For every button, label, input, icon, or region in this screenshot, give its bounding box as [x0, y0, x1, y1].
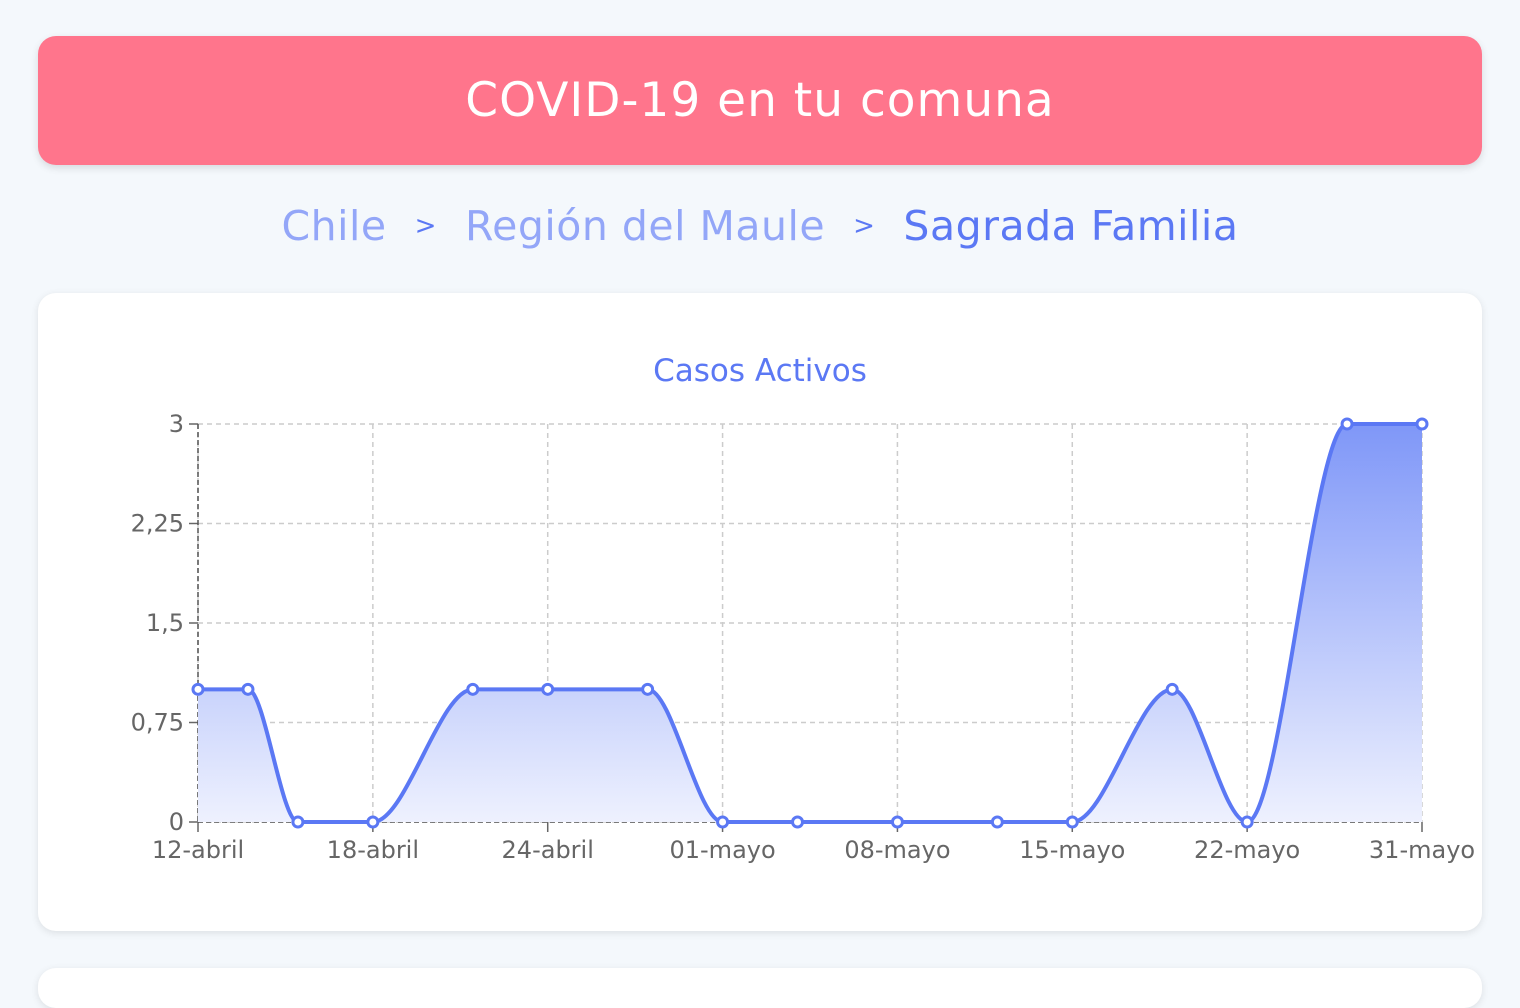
y-tick-label: 0,75: [131, 709, 184, 737]
data-point[interactable]: [291, 815, 305, 829]
data-point[interactable]: [1165, 682, 1179, 696]
page-header: COVID-19 en tu comuna: [38, 36, 1482, 165]
data-point[interactable]: [716, 815, 730, 829]
breadcrumb-separator: >: [414, 211, 437, 241]
data-point[interactable]: [990, 815, 1004, 829]
data-point[interactable]: [890, 815, 904, 829]
chart-card: Casos Activos 0 0,75 1,5 2,25 3 12-abril 18-ab…: [38, 293, 1482, 931]
y-tick-label: 0: [169, 808, 184, 836]
active-cases-chart: Casos Activos 0 0,75 1,5 2,25 3 12-abril 18-ab…: [131, 353, 1476, 864]
y-tick-label: 1,5: [146, 609, 184, 637]
breadcrumb-item-region[interactable]: Región del Maule: [465, 202, 825, 250]
breadcrumb-separator: >: [853, 211, 876, 241]
data-point[interactable]: [366, 815, 380, 829]
x-tick-label: 15-mayo: [1019, 836, 1125, 864]
x-tick-label: 18-abril: [327, 836, 419, 864]
y-tick-label: 3: [169, 410, 184, 438]
x-tick-label: 08-mayo: [844, 836, 950, 864]
data-point[interactable]: [191, 682, 205, 696]
next-card: [38, 968, 1482, 1008]
data-point[interactable]: [466, 682, 480, 696]
data-point[interactable]: [1340, 417, 1354, 431]
y-tick-label: 2,25: [131, 510, 184, 538]
breadcrumb-item-commune: Sagrada Familia: [903, 202, 1239, 250]
breadcrumb-item-country[interactable]: Chile: [282, 202, 387, 250]
x-tick-label: 12-abril: [152, 836, 244, 864]
data-point[interactable]: [791, 815, 805, 829]
data-point[interactable]: [641, 682, 655, 696]
chart-title: Casos Activos: [653, 353, 867, 389]
x-tick-label: 22-mayo: [1194, 836, 1300, 864]
x-tick-label: 24-abril: [502, 836, 594, 864]
x-tick-label: 01-mayo: [669, 836, 775, 864]
data-point[interactable]: [1065, 815, 1079, 829]
data-point[interactable]: [241, 682, 255, 696]
data-point[interactable]: [541, 682, 555, 696]
data-point[interactable]: [1415, 417, 1429, 431]
data-point[interactable]: [1240, 815, 1254, 829]
x-tick-label: 31-mayo: [1369, 836, 1475, 864]
breadcrumb: Chile > Región del Maule > Sagrada Famil…: [0, 196, 1520, 256]
page-title: COVID-19 en tu comuna: [465, 73, 1055, 128]
